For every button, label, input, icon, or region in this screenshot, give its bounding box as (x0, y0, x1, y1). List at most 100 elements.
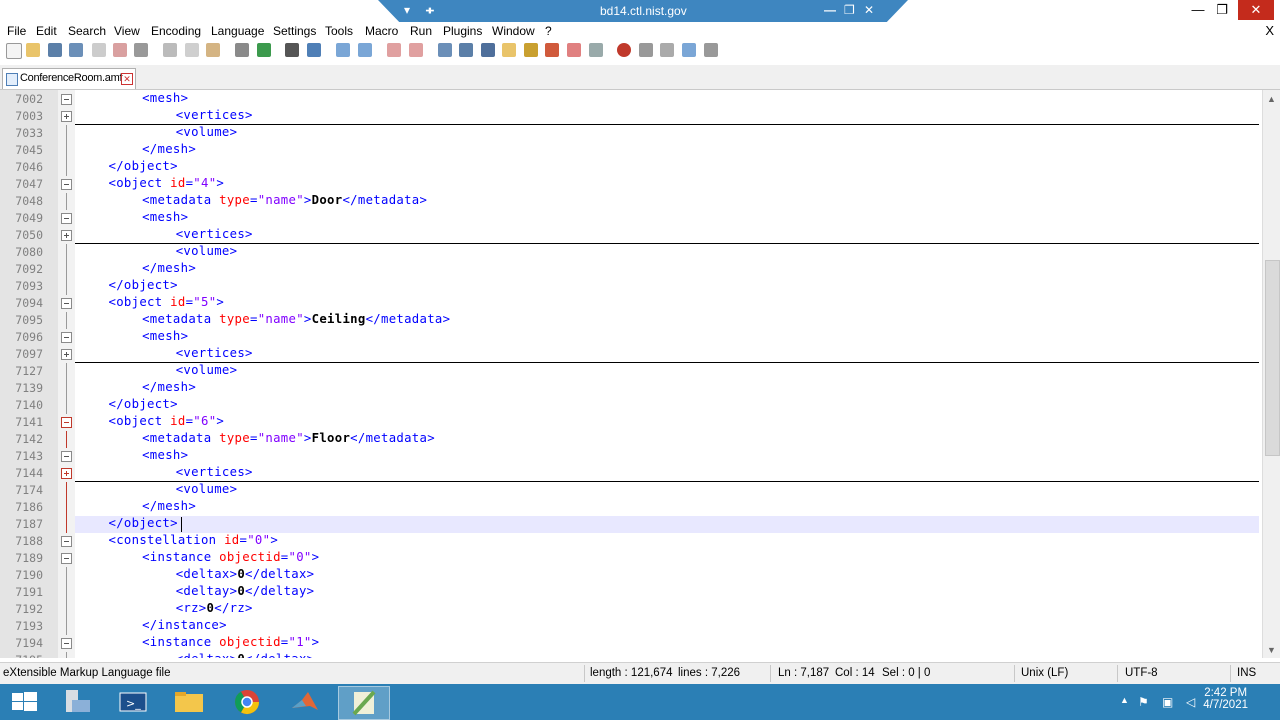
fold-collapse-icon[interactable] (61, 638, 72, 649)
scroll-down-icon[interactable]: ▼ (1267, 645, 1276, 655)
fold-expand-icon[interactable] (61, 349, 72, 360)
show-all-chars-icon[interactable] (459, 43, 473, 57)
code-line[interactable]: <instance objectid="1"> (142, 635, 319, 649)
menu-tools[interactable]: Tools (325, 24, 353, 38)
open-file-icon[interactable] (26, 43, 40, 57)
menu-window[interactable]: Window (492, 24, 535, 38)
restore-icon[interactable]: ❐ (1207, 0, 1237, 20)
tray-network-icon[interactable]: ▣ (1162, 695, 1173, 709)
replace-icon[interactable] (307, 43, 321, 57)
tray-volume-icon[interactable]: ◁ (1186, 695, 1195, 709)
menu-settings[interactable]: Settings (273, 24, 316, 38)
code-line[interactable]: <object id="4"> (109, 176, 225, 190)
code-line[interactable]: </mesh> (142, 142, 196, 156)
code-line[interactable]: <metadata type="name">Door</metadata> (142, 193, 427, 207)
cut-icon[interactable] (163, 43, 177, 57)
undo-icon[interactable] (235, 43, 249, 57)
scrollbar-thumb[interactable] (1265, 260, 1280, 456)
code-line[interactable]: <instance objectid="0"> (142, 550, 319, 564)
zoom-in-icon[interactable] (336, 43, 350, 57)
code-line[interactable]: </object> (109, 278, 178, 292)
rdp-minimize-icon[interactable]: — (824, 3, 836, 17)
menu-file[interactable]: File (7, 24, 26, 38)
code-line[interactable]: <volume> (176, 363, 238, 377)
code-line[interactable]: <mesh> (142, 210, 188, 224)
close-document-button[interactable]: X (1265, 23, 1274, 38)
code-line[interactable]: <vertices> (176, 227, 253, 241)
menu-run[interactable]: Run (410, 24, 432, 38)
rdp-connection-icon[interactable]: ᚐ (426, 3, 434, 17)
sync-v-icon[interactable] (387, 43, 401, 57)
play-macro-icon[interactable] (660, 43, 674, 57)
code-line[interactable]: <mesh> (142, 448, 188, 462)
indent-guide-icon[interactable] (481, 43, 495, 57)
code-line[interactable]: <vertices> (176, 465, 253, 479)
fold-collapse-icon[interactable] (61, 451, 72, 462)
rdp-pin-icon[interactable]: ▾ (404, 3, 410, 17)
new-file-icon[interactable] (6, 43, 22, 59)
code-line[interactable]: <constellation id="0"> (109, 533, 279, 547)
clock[interactable]: 2:42 PM 4/7/2021 (1203, 687, 1248, 711)
code-line[interactable]: <deltay>0</deltay> (176, 584, 315, 598)
code-line[interactable]: </mesh> (142, 380, 196, 394)
menu-view[interactable]: View (114, 24, 140, 38)
folder-workspace-icon[interactable] (567, 43, 581, 57)
function-list-icon[interactable] (545, 43, 559, 57)
menu-language[interactable]: Language (211, 24, 264, 38)
zoom-out-icon[interactable] (358, 43, 372, 57)
fold-expand-icon[interactable] (61, 230, 72, 241)
fold-collapse-icon[interactable] (61, 179, 72, 190)
word-wrap-icon[interactable] (438, 43, 452, 57)
taskbar-file-explorer[interactable] (164, 686, 214, 718)
taskbar-server-manager[interactable] (52, 686, 102, 718)
code-line[interactable]: </mesh> (142, 499, 196, 513)
menu-search[interactable]: Search (68, 24, 106, 38)
paste-icon[interactable] (206, 43, 220, 57)
find-icon[interactable] (285, 43, 299, 57)
save-icon[interactable] (48, 43, 62, 57)
code-line[interactable]: <vertices> (176, 108, 253, 122)
code-line[interactable]: </mesh> (142, 261, 196, 275)
code-line[interactable]: </object> (109, 516, 178, 530)
copy-icon[interactable] (185, 43, 199, 57)
redo-icon[interactable] (257, 43, 271, 57)
save-macro-icon[interactable] (704, 43, 718, 57)
fold-collapse-icon[interactable] (61, 94, 72, 105)
print-icon[interactable] (134, 43, 148, 57)
fold-collapse-icon[interactable] (61, 536, 72, 547)
taskbar-chrome[interactable] (222, 686, 272, 718)
menu-macro[interactable]: Macro (365, 24, 398, 38)
code-line[interactable]: <vertices> (176, 346, 253, 360)
menu-edit[interactable]: Edit (36, 24, 57, 38)
fold-collapse-icon[interactable] (61, 332, 72, 343)
code-line[interactable]: </object> (109, 159, 178, 173)
code-line[interactable]: </object> (109, 397, 178, 411)
code-line[interactable]: <object id="6"> (109, 414, 225, 428)
tab-conference-room[interactable]: ConferenceRoom.amf ✕ (2, 68, 136, 89)
user-lang-icon[interactable] (502, 43, 516, 57)
code-line[interactable]: <deltax>0</deltax> (176, 652, 315, 658)
code-line[interactable]: <volume> (176, 244, 238, 258)
fold-expand-icon[interactable] (61, 111, 72, 122)
doc-map-icon[interactable] (524, 43, 538, 57)
taskbar-matlab[interactable] (280, 686, 330, 718)
code-line[interactable]: <volume> (176, 482, 238, 496)
close-window-icon[interactable]: ✕ (1238, 0, 1274, 20)
code-line[interactable]: </instance> (142, 618, 227, 632)
fold-collapse-icon[interactable] (61, 213, 72, 224)
close-all-icon[interactable] (113, 43, 127, 57)
code-line[interactable]: <mesh> (142, 329, 188, 343)
fold-collapse-icon[interactable] (61, 553, 72, 564)
editor[interactable]: 7002 <mesh> 7003 <vertices> 7033 <volume> 7045… (0, 90, 1262, 658)
code-line[interactable]: <metadata type="name">Floor</metadata> (142, 431, 435, 445)
record-macro-icon[interactable] (617, 43, 631, 57)
taskbar-powershell[interactable]: >_ (108, 686, 158, 718)
save-all-icon[interactable] (69, 43, 83, 57)
code-line[interactable]: <object id="5"> (109, 295, 225, 309)
taskbar-notepad-plus-plus[interactable] (338, 686, 390, 720)
stop-macro-icon[interactable] (639, 43, 653, 57)
menu-help[interactable]: ? (545, 24, 552, 38)
fold-expand-icon[interactable] (61, 468, 72, 479)
vertical-scrollbar[interactable]: ▲ ▼ (1262, 90, 1280, 658)
code-line[interactable]: <mesh> (142, 91, 188, 105)
